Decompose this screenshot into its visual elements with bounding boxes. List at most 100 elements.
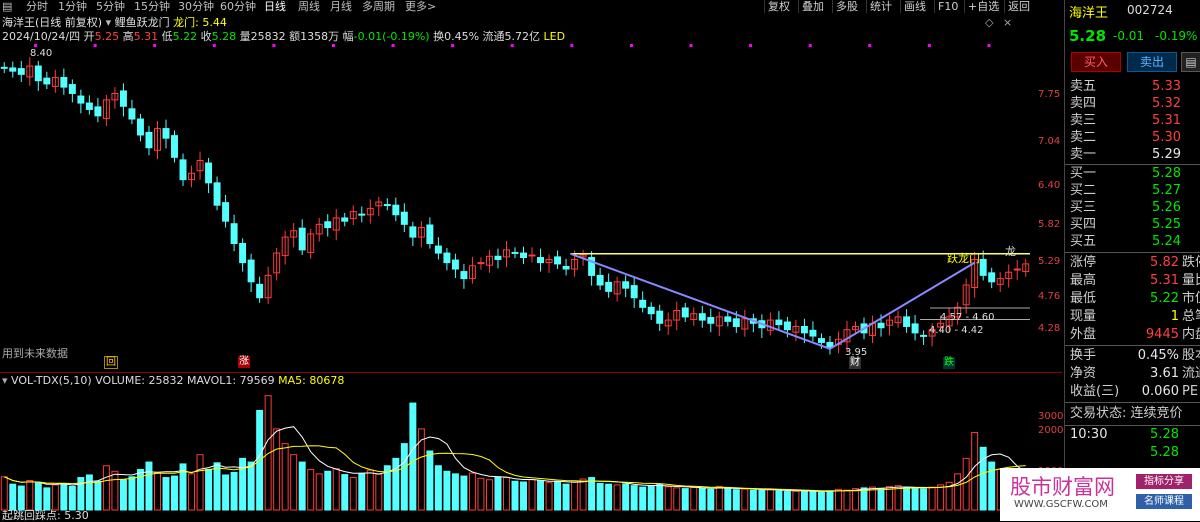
period-tab-monthly[interactable]: 月线 <box>330 0 352 13</box>
volume-bar <box>392 457 400 511</box>
ask-label: 卖一 <box>1070 147 1097 162</box>
volume-bar <box>154 472 161 511</box>
price-tick: 7.75 <box>1038 89 1061 100</box>
volume-bar <box>298 461 306 511</box>
volume-bar <box>783 491 791 511</box>
period-tab-5min[interactable]: 5分钟 <box>96 0 125 13</box>
candle-body <box>400 211 408 225</box>
candle-body <box>205 162 213 184</box>
draw-line-button[interactable]: 画线 <box>900 0 926 13</box>
period-tab-intraday[interactable]: 分时 <box>26 0 48 13</box>
volume-menu-icon[interactable]: ▾ <box>2 374 8 387</box>
statistics-button[interactable]: 统计 <box>866 0 892 13</box>
candle-body <box>877 322 885 329</box>
volume-bar <box>954 473 962 511</box>
volume-bar <box>979 446 987 511</box>
candle-body <box>537 257 545 264</box>
back-button[interactable]: 返回 <box>1004 0 1030 13</box>
period-tab-60min[interactable]: 60分钟 <box>220 0 256 13</box>
volume-bar <box>758 489 766 511</box>
stats-divider <box>1065 252 1200 253</box>
candlestick-chart[interactable] <box>0 44 1062 374</box>
period-tab-15min[interactable]: 15分钟 <box>134 0 170 13</box>
tick-row: 10:30 5.28 <box>1068 426 1200 444</box>
ohlc-line: 2024/10/24/四 开5.25 高5.31 低5.22 收5.28 量25… <box>2 30 565 43</box>
candle-body <box>358 213 366 216</box>
volume-bar <box>886 485 894 511</box>
period-tab-30min[interactable]: 30分钟 <box>178 0 214 13</box>
add-watchlist-button[interactable]: +自选 <box>964 0 999 13</box>
signal-dot <box>212 44 216 47</box>
ask-row: 卖一 5.29 <box>1068 146 1200 164</box>
stat2-tail: PE <box>1182 384 1199 399</box>
volume-bar <box>605 483 613 511</box>
volume-label: 量 <box>239 30 251 43</box>
indicator-name[interactable]: 鲤鱼跃龙门 <box>115 16 170 29</box>
overlay-button[interactable]: 叠加 <box>798 0 824 13</box>
signal-dot <box>689 44 693 47</box>
volume-chart[interactable] <box>0 388 1062 512</box>
candle-body <box>443 252 451 264</box>
marker-hui: 回 <box>104 356 118 369</box>
period-tab-multi[interactable]: 多周期 <box>362 0 395 13</box>
volume-bar <box>434 465 442 511</box>
volume-bar <box>417 428 425 511</box>
ask-row: 卖五 5.33 <box>1068 78 1200 96</box>
change-value: -0.01(-0.19%) <box>353 30 430 43</box>
volume-bar <box>545 482 553 511</box>
open-label: 开 <box>83 30 95 43</box>
candle-body <box>809 329 817 337</box>
bid-label: 买三 <box>1070 200 1097 215</box>
period-tab-weekly[interactable]: 周线 <box>298 0 320 13</box>
ask-price: 5.31 <box>1152 113 1181 128</box>
candle-body <box>60 77 68 88</box>
trade-status: 交易状态: 连续竞价 <box>1068 405 1200 423</box>
adjust-button[interactable]: 复权 <box>764 0 790 13</box>
stat-tail: 市值 <box>1182 291 1200 306</box>
close-icon[interactable]: × <box>1003 16 1012 29</box>
volume-bar <box>911 488 919 511</box>
bid-price: 5.25 <box>1152 217 1181 232</box>
volume-bar <box>554 481 562 511</box>
indicator-menu-icon[interactable]: ▾ <box>106 16 112 29</box>
status-divider <box>1065 402 1200 403</box>
candle-body <box>298 227 306 251</box>
multi-stock-button[interactable]: 多股 <box>832 0 858 13</box>
candle-body <box>392 204 400 216</box>
marker-zhang: 涨 <box>238 356 250 368</box>
tick-time: 10:30 <box>1070 427 1108 442</box>
price-tick: 5.29 <box>1038 256 1061 267</box>
signal-dot <box>272 44 276 47</box>
sector-tag[interactable]: LED <box>544 30 566 43</box>
quote-panel: 海洋王 002724 5.28 -0.01 -0.19% 买入 卖出 ▤ 卖五 5… <box>1064 0 1200 521</box>
volume-reading: VOLUME: 25832 <box>95 374 184 387</box>
panel-toggle-icon[interactable]: ▤ <box>1181 52 1200 72</box>
period-tab-more[interactable]: 更多> <box>405 0 436 13</box>
stat-label: 最低 <box>1070 291 1097 306</box>
volume-indicator-name[interactable]: VOL-TDX(5,10) <box>11 374 92 387</box>
buy-button[interactable]: 买入 <box>1071 52 1121 72</box>
candle-body <box>826 341 834 348</box>
period-tab-1min[interactable]: 1分钟 <box>58 0 87 13</box>
chart-settings-icon[interactable]: ▤ <box>2 0 12 13</box>
volume-bar <box>622 483 630 511</box>
period-tab-daily[interactable]: 日线 <box>264 0 286 13</box>
range2-label: 4.40 - 4.42 <box>929 325 984 336</box>
volume-bar <box>681 488 689 511</box>
bid-label: 买一 <box>1070 166 1097 181</box>
signal-dot <box>34 44 38 47</box>
volume-bar <box>579 478 587 511</box>
stat-value: 5.82 <box>1150 255 1179 270</box>
volume-bar <box>281 443 289 511</box>
volume-bar <box>630 485 638 511</box>
bid-label: 买二 <box>1070 183 1097 198</box>
stat2-row: 换手 0.45%股本 <box>1068 347 1200 365</box>
volume-bar <box>647 485 655 511</box>
signal-dot <box>927 44 931 47</box>
candle-body <box>460 271 468 280</box>
leap-text: 跃龙门 <box>947 252 980 265</box>
sell-button[interactable]: 卖出 <box>1127 52 1177 72</box>
float-cap-value: 流通5.72亿 <box>482 30 541 43</box>
f10-button[interactable]: F10 <box>934 0 958 13</box>
diamond-icon[interactable]: ◇ <box>985 16 993 29</box>
